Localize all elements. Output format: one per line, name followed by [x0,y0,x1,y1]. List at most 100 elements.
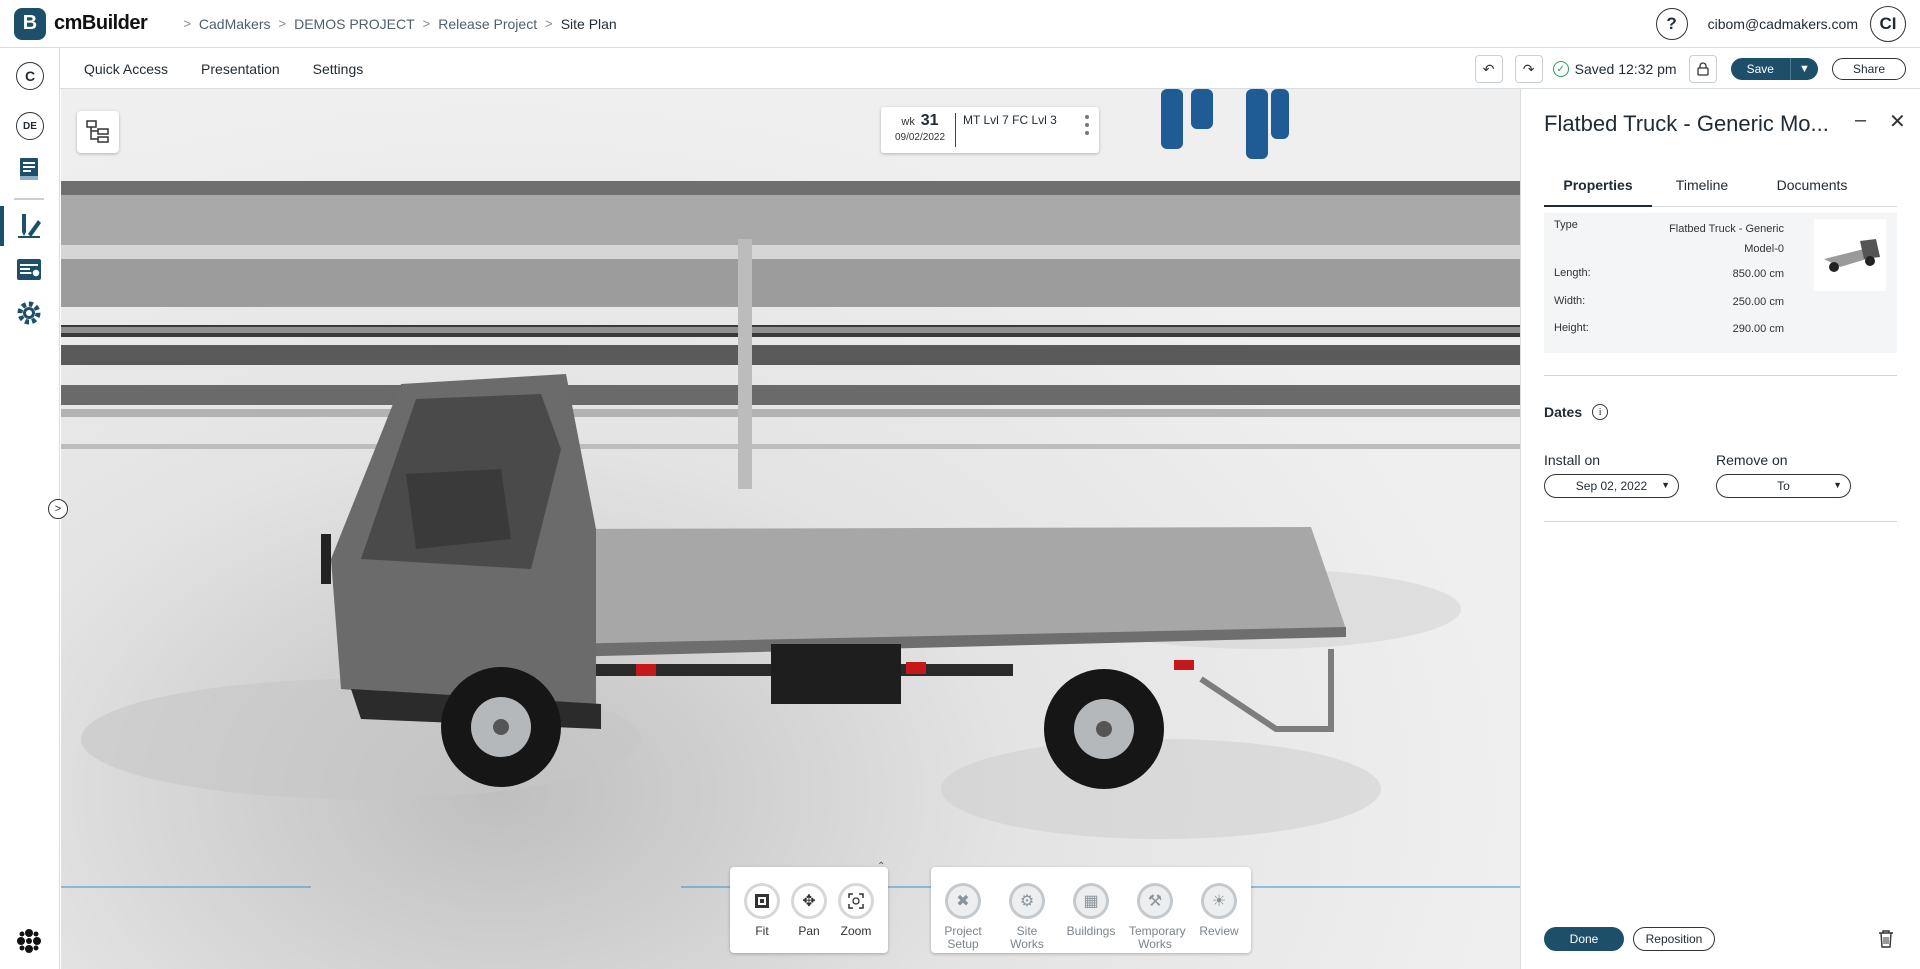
project-setup-icon: ✖ [945,883,981,919]
check-circle-icon: ✓ [1552,61,1569,77]
tool-label: Site Works [1010,924,1044,951]
caret-down-icon: ▼ [1661,480,1670,490]
caret-down-icon: ▼ [1833,480,1842,490]
week-number: 31 [920,112,939,129]
breadcrumb-item-project[interactable]: > DEMOS PROJECT [271,16,415,32]
prop-width: Width: 250.00 cm [1554,295,1784,315]
menu-quick-access[interactable]: Quick Access [84,61,168,77]
week-divider [955,113,956,147]
breadcrumb-item-current: > Site Plan [537,16,617,32]
phase-label: MT Lvl 7 FC Lvl 3 [963,113,1057,127]
review-tool[interactable]: ☀ Review [1193,883,1245,938]
gear-icon[interactable] [14,298,44,328]
install-date-select[interactable]: Sep 02, 2022 ▼ [1544,474,1679,498]
menu-presentation[interactable]: Presentation [201,61,280,77]
tab-properties[interactable]: Properties [1544,177,1652,207]
app-logo[interactable]: B cmBuilder [14,0,148,48]
week-label: wk [901,116,915,128]
prop-length: Length: 850.00 cm [1554,267,1784,287]
reposition-button[interactable]: Reposition [1633,927,1715,951]
save-button[interactable]: Save [1730,58,1790,80]
rail-divider [14,198,44,200]
undo-icon[interactable]: ↶ [1474,55,1503,83]
fit-icon [744,883,780,919]
review-icon: ☀ [1201,883,1237,919]
tab-timeline[interactable]: Timeline [1652,177,1752,207]
chevron-right-icon: > [545,16,553,31]
done-button[interactable]: Done [1544,927,1624,951]
week-date: 09/02/2022 [894,132,946,143]
temporary-works-tool[interactable]: ⚒ Temporary Works [1129,883,1186,951]
book-icon[interactable] [14,154,44,184]
save-split-button: Save ▼ [1730,58,1818,80]
chevron-up-icon[interactable]: ⌃ [877,861,885,872]
buildings-icon: ▦ [1073,883,1109,919]
prop-height: Height: 290.00 cm [1554,322,1784,342]
breadcrumb-label: Release Project [438,15,538,32]
breadcrumb: > CadMakers > DEMOS PROJECT > Release Pr… [175,16,616,32]
category-dock: ✖ Project Setup ⚙ Site Works ▦ Buildings … [931,867,1251,953]
share-button[interactable]: Share [1831,58,1906,80]
close-icon[interactable]: ✕ [1889,109,1906,134]
company-badge[interactable]: C [16,62,44,90]
minimize-icon[interactable]: – [1855,109,1866,132]
expand-sidebar-button[interactable]: > [48,499,68,519]
tool-label: Pan [798,924,820,938]
lock-icon[interactable] [1688,55,1717,83]
chevron-down-icon[interactable]: ▼ [1789,58,1818,80]
menu-settings[interactable]: Settings [313,61,364,77]
site-scene-render [61,89,1520,888]
avatar[interactable]: CI [1870,6,1906,42]
install-label: Install on [1544,452,1601,468]
remove-label: Remove on [1716,452,1788,468]
apps-icon[interactable] [14,926,44,956]
info-icon[interactable]: i [1592,404,1609,420]
site-works-icon: ⚙ [1009,883,1045,919]
week-indicator[interactable]: wk 31 09/02/2022 MT Lvl 7 FC Lvl 3 [881,107,1099,153]
install-date-value: Sep 02, 2022 [1575,479,1648,493]
temporary-works-icon: ⚒ [1137,883,1173,919]
question-icon[interactable]: ? [1655,8,1688,40]
pan-icon: ✥ [791,883,827,919]
user-badge[interactable]: DE [16,112,44,140]
design-tools-icon[interactable] [14,210,44,240]
tool-label: Temporary Works [1129,924,1186,951]
navigation-dock: ⌃ Fit ✥ Pan Zoom [730,861,888,953]
properties-box: Type Flatbed Truck - Generic Model-0 Leng… [1544,213,1897,353]
breadcrumb-label: Site Plan [560,15,617,32]
truck-thumbnail [1814,219,1886,291]
prop-value: 250.00 cm [1732,296,1784,308]
breadcrumb-label: CadMakers [198,15,271,32]
prop-value: Flatbed Truck - Generic Model-0 [1669,223,1784,255]
pan-tool[interactable]: ✥ Pan [783,883,835,938]
hierarchy-icon [86,120,109,143]
user-email[interactable]: cibom@cadmakers.com [1708,16,1858,32]
buildings-tool[interactable]: ▦ Buildings [1065,883,1117,938]
site-works-tool[interactable]: ⚙ Site Works [1001,883,1053,951]
project-setup-tool[interactable]: ✖ Project Setup [937,883,989,951]
remove-date-select[interactable]: To ▼ [1716,474,1851,498]
toolbar-actions: ↶ ↷ ✓ Saved 12:32 pm Save ▼ Share [1463,49,1906,89]
trash-icon[interactable] [1877,929,1895,949]
prop-value: 290.00 cm [1732,323,1784,335]
scene-tree-button[interactable] [77,111,119,153]
save-status: ✓ Saved 12:32 pm [1552,61,1677,77]
more-vertical-icon[interactable] [1085,115,1089,139]
zoom-icon [838,883,874,919]
breadcrumb-item-company[interactable]: > CadMakers [175,16,270,32]
dates-section-title: Dates i [1544,404,1609,420]
3d-viewport[interactable]: wk 31 09/02/2022 MT Lvl 7 FC Lvl 3 ⌃ Fit… [61,89,1520,969]
prop-key: Length: [1554,267,1591,279]
chevron-right-icon: > [183,16,191,31]
divider [1544,375,1897,376]
top-bar: B cmBuilder > CadMakers > DEMOS PROJECT … [0,0,1920,48]
breadcrumb-label: DEMOS PROJECT [294,15,415,32]
breadcrumb-item-release[interactable]: > Release Project [415,16,537,32]
zoom-tool[interactable]: Zoom [830,883,882,938]
redo-icon[interactable]: ↷ [1514,55,1543,83]
tab-documents[interactable]: Documents [1752,177,1872,207]
fit-tool[interactable]: Fit [736,883,788,938]
schedule-icon[interactable] [14,254,44,284]
remove-date-value: To [1777,479,1790,493]
prop-key: Width: [1554,295,1586,307]
